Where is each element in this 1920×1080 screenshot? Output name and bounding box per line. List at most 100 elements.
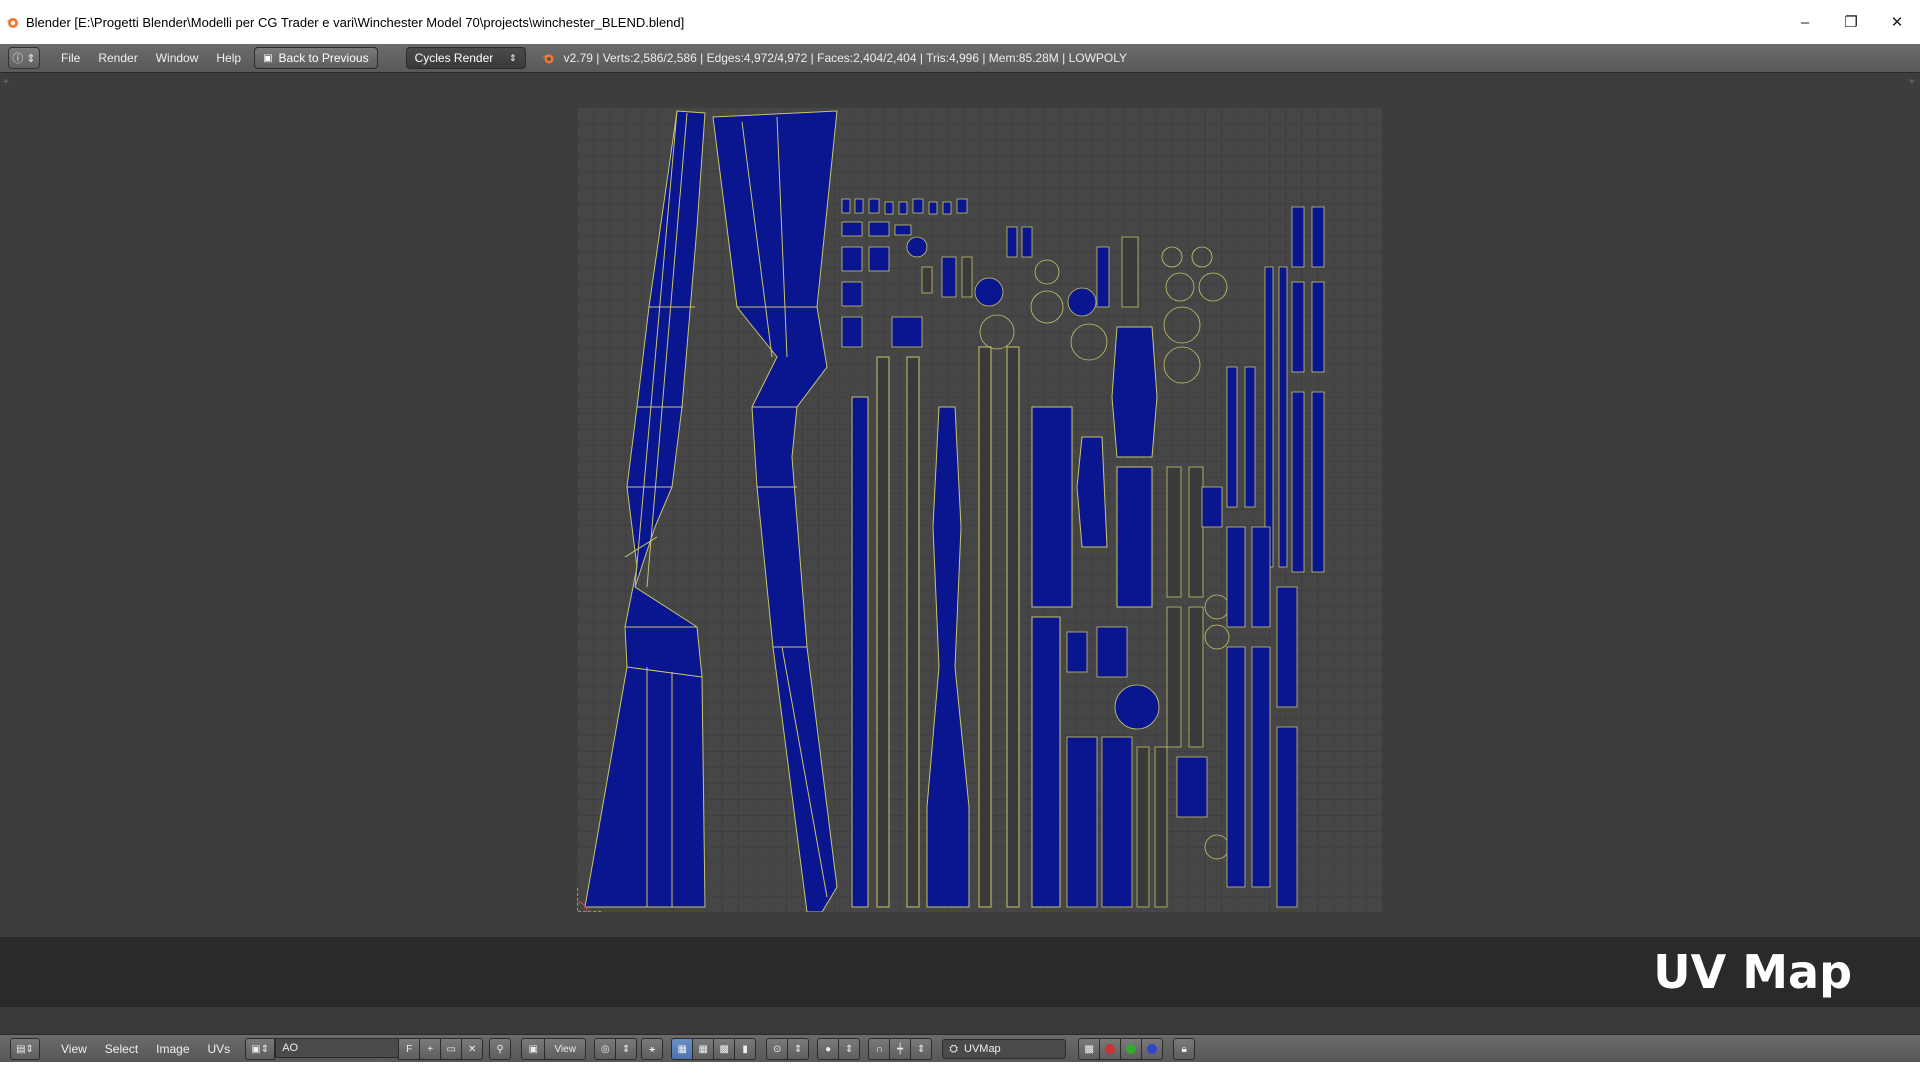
window-titlebar: Blender [E:\Progetti Blender\Modelli per… [0, 0, 1920, 44]
pivot-group: ◎ ⇕ [594, 1038, 638, 1060]
proportional-arrows[interactable]: ⇕ [787, 1038, 810, 1060]
falloff-button[interactable]: ● [817, 1038, 840, 1060]
display-checker-button[interactable]: ▩ [1078, 1038, 1101, 1060]
blender-logo-icon [540, 54, 554, 64]
image-icon: ▣⇕ [251, 1043, 270, 1055]
snap-element-button[interactable]: ┿ [889, 1038, 912, 1060]
updown-arrows-icon: ⇕ [793, 1043, 803, 1055]
face-icon: ▩ [719, 1043, 729, 1055]
select-edge-button[interactable]: ▦ [692, 1038, 715, 1060]
info-icon: ⓘ ⇕ [12, 53, 36, 65]
pivot-arrows[interactable]: ⇕ [615, 1038, 638, 1060]
pivot-point-button[interactable]: ◎ [594, 1038, 617, 1060]
menu-render[interactable]: Render [89, 51, 146, 65]
folder-icon: ▭ [446, 1043, 456, 1055]
region-toggle-right[interactable]: + [1909, 78, 1917, 88]
updown-arrows-icon: ⇕ [509, 52, 517, 63]
new-image-button[interactable]: + [419, 1038, 442, 1060]
menu-file[interactable]: File [52, 51, 89, 65]
editor-type-selector[interactable]: ⓘ ⇕ [8, 47, 40, 69]
menu-view[interactable]: View [52, 1042, 96, 1056]
falloff-icon: ● [825, 1043, 832, 1055]
magnet-icon: ∩ [875, 1043, 883, 1055]
select-face-button[interactable]: ▩ [713, 1038, 736, 1060]
close-icon: ✕ [467, 1043, 477, 1055]
open-image-button[interactable]: ▭ [440, 1038, 463, 1060]
proportional-edit-button[interactable]: ⊙ [766, 1038, 789, 1060]
proportional-icon: ⊙ [772, 1043, 782, 1055]
fake-user-button[interactable]: F [398, 1038, 421, 1060]
updown-arrows-icon: ⇕ [844, 1043, 854, 1055]
select-island-button[interactable]: ▮ [734, 1038, 757, 1060]
checker-icon: ▩ [1084, 1043, 1094, 1055]
back-to-previous-button[interactable]: ▣ Back to Previous [254, 47, 378, 69]
window-title: Blender [E:\Progetti Blender\Modelli per… [26, 14, 685, 30]
pin-image-button[interactable]: ⚲ [489, 1038, 512, 1060]
view-mode-select[interactable]: View [544, 1038, 587, 1060]
snap-toggle-button[interactable]: ∩ [868, 1038, 891, 1060]
image-name-value: AO [282, 1042, 299, 1054]
snap-group: ∩ ┿ ⇕ [868, 1038, 933, 1060]
scene-stats: v2.79 | Verts:2,586/2,586 | Edges:4,972/… [540, 50, 1127, 66]
red-channel-icon [1105, 1044, 1116, 1054]
sticky-select-button[interactable]: ⚹ [641, 1038, 664, 1060]
uv-canvas[interactable] [577, 107, 1382, 912]
channel-red-button[interactable] [1099, 1038, 1122, 1060]
falloff-arrows[interactable]: ⇕ [838, 1038, 861, 1060]
select-vertex-button[interactable]: ▦ [671, 1038, 694, 1060]
uv-map-caption: UV Map [1653, 945, 1852, 999]
window-controls: – ❐ ✕ [1782, 0, 1920, 44]
editor-type-selector[interactable]: ▤⇕ [10, 1038, 40, 1060]
menu-window[interactable]: Window [147, 51, 208, 65]
plus-icon: + [427, 1043, 434, 1055]
editor-footer-region [0, 1007, 1920, 1034]
channel-blue-button[interactable] [1141, 1038, 1164, 1060]
region-toggle-left[interactable]: + [3, 78, 11, 88]
uv-map-field[interactable]: ⛭ UVMap [942, 1039, 1067, 1059]
updown-arrows-icon: ⇕ [916, 1043, 926, 1055]
scene-stats-text: v2.79 | Verts:2,586/2,586 | Edges:4,972/… [563, 51, 1128, 65]
menu-uvs[interactable]: UVs [199, 1042, 240, 1056]
uv-map-value: UVMap [964, 1043, 1001, 1055]
snap-increment-icon: ┿ [897, 1043, 904, 1055]
pin-icon: ⚲ [496, 1043, 504, 1055]
image-browse-button[interactable]: ▣⇕ [245, 1038, 276, 1060]
pivot-icon: ◎ [600, 1043, 610, 1055]
caption-strip: UV Map [0, 937, 1920, 1007]
sticky-icon: ⚹ [649, 1043, 656, 1055]
lock-icon: 🔒︎ [1181, 1043, 1187, 1055]
edge-icon: ▦ [698, 1043, 708, 1055]
updown-arrows-icon: ⇕ [621, 1043, 631, 1055]
window-bottom-edge [0, 1062, 1920, 1080]
uv-editor-header: ▤⇕ View Select Image UVs ▣⇕ AO F + ▭ ✕ ⚲… [0, 1034, 1920, 1063]
render-engine-label: Cycles Render [414, 51, 494, 65]
close-button[interactable]: ✕ [1874, 0, 1920, 44]
render-engine-select[interactable]: Cycles Render ⇕ [405, 47, 526, 69]
image-editor-icon: ▤⇕ [16, 1043, 34, 1055]
minimize-button[interactable]: – [1782, 0, 1828, 44]
proportional-group: ⊙ ⇕ [766, 1038, 810, 1060]
menu-select[interactable]: Select [96, 1042, 147, 1056]
image-name-field[interactable]: AO [275, 1038, 400, 1058]
back-to-previous-label: Back to Previous [278, 51, 369, 65]
menu-help[interactable]: Help [207, 51, 250, 65]
channel-display-group: ▩ [1078, 1038, 1164, 1060]
uv-map-icon: ⛭ [949, 1042, 958, 1055]
lock-button[interactable]: 🔒︎ [1173, 1038, 1196, 1060]
screen-back-icon: ▣ [263, 52, 273, 64]
image-browse-group: ▣⇕ AO F + ▭ ✕ [245, 1038, 484, 1060]
menu-image[interactable]: Image [147, 1042, 198, 1056]
unlink-image-button[interactable]: ✕ [461, 1038, 484, 1060]
view-mode-icon-button[interactable]: ▣ [521, 1038, 546, 1060]
info-header: ⓘ ⇕ File Render Window Help ▣ Back to Pr… [0, 44, 1920, 73]
channel-green-button[interactable] [1120, 1038, 1143, 1060]
vertex-icon: ▦ [677, 1043, 687, 1055]
snap-arrows[interactable]: ⇕ [910, 1038, 933, 1060]
blender-logo-icon [5, 18, 18, 28]
island-icon: ▮ [742, 1043, 748, 1055]
falloff-group: ● ⇕ [817, 1038, 861, 1060]
blue-channel-icon [1147, 1044, 1158, 1054]
uv-image-editor[interactable]: + + [0, 73, 1920, 937]
view-mode-label: View [554, 1043, 576, 1055]
restore-button[interactable]: ❐ [1828, 0, 1874, 44]
